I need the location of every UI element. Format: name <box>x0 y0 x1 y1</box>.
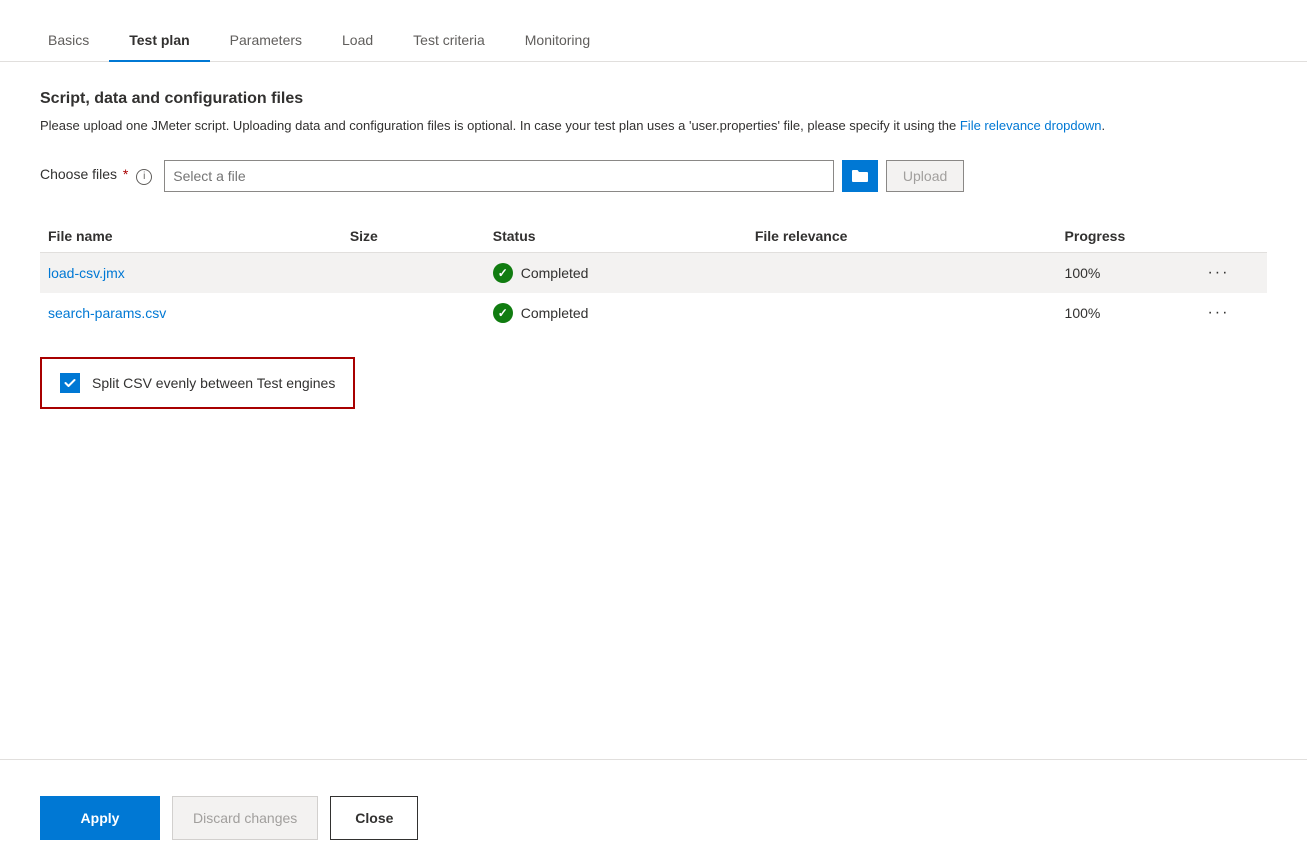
desc-text-2: 'user.properties' file, please specify i… <box>689 118 960 133</box>
footer-divider <box>0 759 1307 760</box>
col-header-filename: File name <box>40 220 338 253</box>
desc-text-1: Please upload one JMeter script. Uploadi… <box>40 118 685 133</box>
tab-load[interactable]: Load <box>322 20 393 62</box>
cell-filename-1: load-csv.jmx <box>40 252 338 293</box>
content-area: Script, data and configuration files Ple… <box>0 62 1307 759</box>
tab-test-criteria[interactable]: Test criteria <box>393 20 505 62</box>
cell-actions-2: ··· <box>1195 293 1267 333</box>
file-link-2[interactable]: search-params.csv <box>48 305 166 321</box>
tab-test-plan[interactable]: Test plan <box>109 20 209 62</box>
section-description: Please upload one JMeter script. Uploadi… <box>40 116 1140 136</box>
col-header-relevance: File relevance <box>743 220 1053 253</box>
apply-button[interactable]: Apply <box>40 796 160 840</box>
status-text-2: Completed <box>521 305 589 321</box>
cell-size-2 <box>338 293 481 333</box>
choose-files-text: Choose files <box>40 166 117 182</box>
tab-parameters[interactable]: Parameters <box>210 20 322 62</box>
footer-area: Apply Discard changes Close <box>0 780 1307 864</box>
choose-files-label: Choose files * i <box>40 166 152 185</box>
check-icon-1: ✓ <box>493 263 513 283</box>
checkbox-label: Split CSV evenly between Test engines <box>92 375 335 391</box>
col-header-actions <box>1195 220 1267 253</box>
checkmark-icon <box>64 377 76 389</box>
more-options-icon-2[interactable]: ··· <box>1207 304 1229 321</box>
cell-size-1 <box>338 252 481 293</box>
discard-changes-button[interactable]: Discard changes <box>172 796 318 840</box>
required-star: * <box>119 166 128 182</box>
file-relevance-link[interactable]: File relevance dropdown <box>960 118 1102 133</box>
check-icon-2: ✓ <box>493 303 513 323</box>
files-table: File name Size Status File relevance Pro… <box>40 220 1267 333</box>
info-icon[interactable]: i <box>136 169 152 185</box>
close-button[interactable]: Close <box>330 796 418 840</box>
more-options-icon-1[interactable]: ··· <box>1207 264 1229 281</box>
cell-status-2: ✓ Completed <box>481 293 743 333</box>
file-input-wrapper: Upload <box>164 160 964 192</box>
file-select-input[interactable] <box>164 160 834 192</box>
cell-status-1: ✓ Completed <box>481 252 743 293</box>
file-link-1[interactable]: load-csv.jmx <box>48 265 125 281</box>
cell-progress-1: 100% <box>1053 252 1196 293</box>
cell-relevance-2 <box>743 293 1053 333</box>
cell-actions-1: ··· <box>1195 252 1267 293</box>
section-title: Script, data and configuration files <box>40 90 1267 108</box>
cell-filename-2: search-params.csv <box>40 293 338 333</box>
folder-icon <box>851 168 869 184</box>
cell-relevance-1 <box>743 252 1053 293</box>
desc-text-3: . <box>1102 118 1106 133</box>
col-header-size: Size <box>338 220 481 253</box>
status-text-1: Completed <box>521 265 589 281</box>
choose-files-row: Choose files * i Upload <box>40 160 1267 192</box>
page-container: Basics Test plan Parameters Load Test cr… <box>0 0 1307 864</box>
tab-basics[interactable]: Basics <box>40 20 109 62</box>
table-row: search-params.csv ✓ Completed 100% ··· <box>40 293 1267 333</box>
table-row: load-csv.jmx ✓ Completed 100% ··· <box>40 252 1267 293</box>
col-header-progress: Progress <box>1053 220 1196 253</box>
file-browse-button[interactable] <box>842 160 878 192</box>
upload-button[interactable]: Upload <box>886 160 964 192</box>
tab-monitoring[interactable]: Monitoring <box>505 20 610 62</box>
cell-progress-2: 100% <box>1053 293 1196 333</box>
col-header-status: Status <box>481 220 743 253</box>
split-csv-checkbox-section[interactable]: Split CSV evenly between Test engines <box>40 357 355 409</box>
tabs-container: Basics Test plan Parameters Load Test cr… <box>0 0 1307 62</box>
checkbox-icon <box>60 373 80 393</box>
